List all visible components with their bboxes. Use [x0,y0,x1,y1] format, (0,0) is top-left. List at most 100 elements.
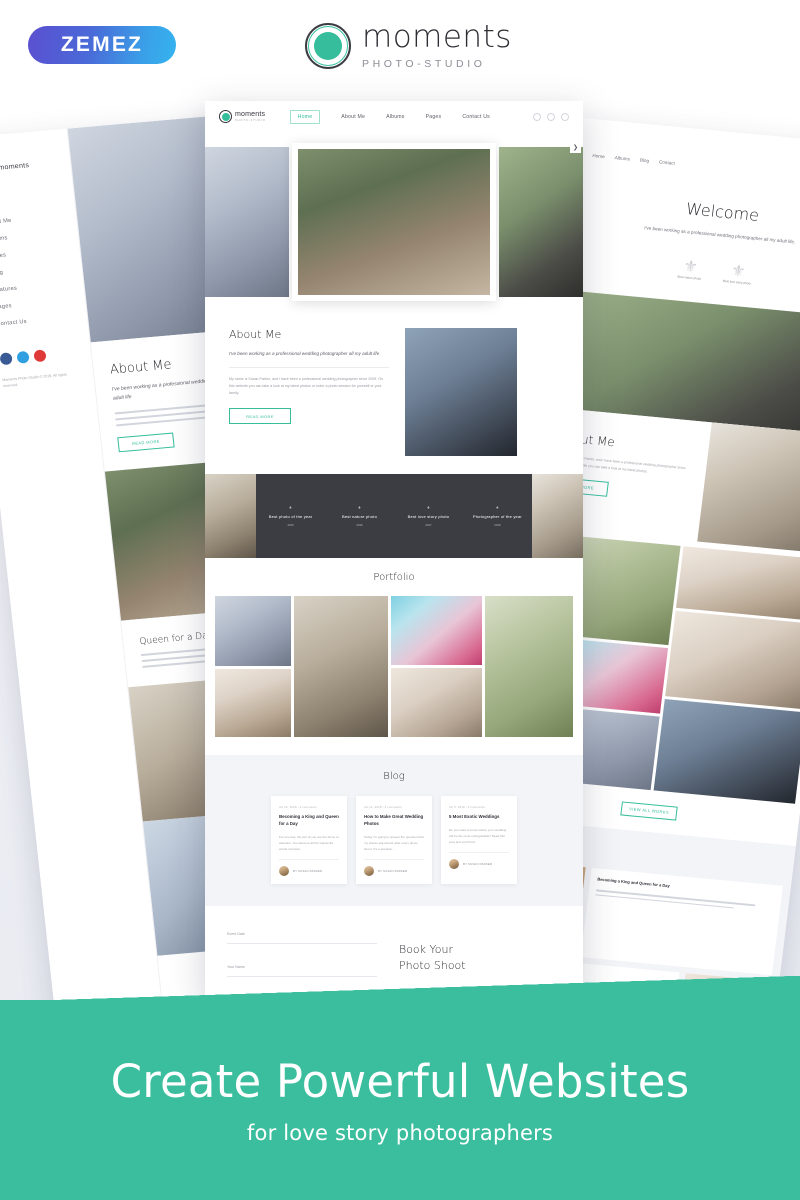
blog-post-author: BY SUSAN PARKER [378,868,408,873]
about-read-more-button[interactable]: READ MORE [229,408,291,425]
nav-item-blog[interactable]: Blog [640,158,650,164]
nav-item-about-me[interactable]: About Me [341,114,365,120]
blog-post-excerpt: Today I'm going to answer the question t… [364,834,424,851]
portfolio-item[interactable] [293,596,388,737]
brand-wordmark: moments PHOTO-STUDIO [362,19,512,71]
banner-subheadline: for love story photographers [246,1121,554,1145]
award-year: 2015 [287,522,294,527]
about-portrait-photo [405,328,517,456]
blog-card[interactable]: Jul 16, 2018 / 2 comments Becoming a Kin… [271,796,347,884]
hero-slide-active[interactable] [292,143,496,301]
portfolio-photo[interactable] [675,545,800,621]
blog-card[interactable]: Jul 12, 2018 / 3 comments How to Make Gr… [356,796,432,884]
sidebar-item-about-me[interactable]: About Me [0,213,64,226]
twitter-icon[interactable] [547,112,555,121]
zemez-logo[interactable]: ZEMEZ [28,26,176,64]
portfolio-item[interactable] [215,596,291,666]
nav-item-contact-us[interactable]: Contact Us [462,114,490,120]
blog-post-author-row: BY SUSAN PARKER [279,858,339,876]
hero-slide-prev[interactable] [205,147,289,297]
hero-slide-next[interactable] [499,147,583,297]
left-mockup-logo[interactable]: moments [0,156,59,178]
left-mockup-nav[interactable]: Home About Me Albums Prices Blog Feature… [0,196,75,328]
right-mockup-view-all-button[interactable]: VIEW ALL WORKS [620,801,678,821]
twitter-icon[interactable] [16,350,30,364]
award-year: 2018 [494,522,501,527]
navbar-menu: Home About Me Albums Pages Contact Us [289,109,490,124]
portfolio-section: Portfolio [205,558,583,755]
brand-name: moments [362,19,512,55]
navbar-logo[interactable]: moments PHOTO-STUDIO [219,110,266,123]
nav-item-home[interactable]: Home [289,109,321,124]
pinterest-icon[interactable] [33,349,47,363]
page-header: ZEMEZ moments PHOTO-STUDIO [0,0,800,95]
blog-post-author-row: BY SUSAN PARKER [449,851,509,869]
center-template-mockup[interactable]: moments PHOTO-STUDIO Home About Me Album… [205,101,583,1001]
your-name-field[interactable]: Your Name [227,955,377,977]
blog-post-author-row: BY SUSAN PARKER [364,858,424,876]
award-item: ⚜ Photographer of the year 2018 [462,474,532,558]
chevron-right-icon[interactable]: ❯ [570,142,581,153]
blog-section: Blog Jul 16, 2018 / 2 comments Becoming … [205,755,583,906]
awards-side-photo [205,474,257,558]
blog-post-excerpt: For one day, the two of you are the focu… [279,834,339,851]
sidebar-item-prices[interactable]: Prices [0,247,68,259]
blog-card[interactable]: Jul 5, 2018 / 2 comments 5 Most Exotic W… [441,796,517,884]
booking-heading-line2: Photo Shoot [399,958,466,972]
camera-lens-icon [305,23,351,69]
sidebar-item-home[interactable]: Home [0,196,63,209]
awards-section: ⚜ Best photo of the year 2015 ⚜ Best nat… [205,474,583,558]
portfolio-item[interactable] [390,668,483,737]
award-item: ⚜ Best love story photo 2017 [393,474,463,558]
facebook-icon[interactable] [0,352,13,366]
nav-item-pages[interactable]: Pages [426,114,442,120]
laurel-wreath-icon: ⚜ [682,257,699,277]
left-mockup-read-more-button[interactable]: READ MORE [117,432,175,453]
site-navbar: moments PHOTO-STUDIO Home About Me Album… [205,101,583,132]
portfolio-item[interactable] [390,596,483,665]
portfolio-photo[interactable] [664,610,800,710]
portfolio-photo[interactable] [653,698,800,804]
sidebar-item-blog[interactable]: Blog [0,264,70,277]
blog-card[interactable]: Becoming a King and Queen for a Day [580,867,783,975]
moments-brand-logo: moments PHOTO-STUDIO [305,22,512,70]
about-section: About Me I've been working as a professi… [205,304,583,474]
sidebar-item-pages[interactable]: Pages [0,298,74,310]
nav-item-home[interactable]: Home [592,153,605,159]
nav-item-contact[interactable]: Contact [659,159,675,165]
blog-post-meta: Jul 16, 2018 / 2 comments [279,805,317,809]
portfolio-item[interactable] [485,596,573,737]
event-date-label: Event Date [227,931,245,936]
award-title: Best photo of the year [268,513,313,519]
portfolio-item[interactable] [215,669,291,737]
banner-angled-wedge [0,976,800,1002]
left-mockup-social-links[interactable] [0,346,79,366]
sidebar-item-contact-us[interactable]: Contact Us [0,315,75,328]
nav-item-albums[interactable]: Albums [386,114,405,120]
navbar-social-links [533,112,569,121]
zemez-logo-text: ZEMEZ [60,33,144,56]
event-date-field[interactable]: Event Date [227,922,377,944]
blog-post-title[interactable]: How to Make Great Wedding Photos [364,814,424,828]
blog-post-title[interactable]: Becoming a King and Queen for a Day [279,814,339,828]
about-lead-text: I've been working as a professional wedd… [229,350,389,369]
sidebar-item-albums[interactable]: Albums [0,230,66,243]
lens-dot-icon [314,32,342,60]
portfolio-grid [205,596,583,755]
navbar-brand-name: moments [235,111,266,118]
blog-post-author: BY SUSAN PARKER [463,861,493,866]
award-year: 2017 [425,522,432,527]
nav-item-albums[interactable]: Albums [614,155,630,161]
hero-slider[interactable]: ❯ [205,132,583,304]
blog-post-excerpt: Do you want to know where your wedding w… [449,827,507,844]
facebook-icon[interactable] [533,112,541,121]
blog-heading: Blog [383,771,405,782]
blog-post-title[interactable]: 5 Most Exotic Weddings [449,814,509,821]
laurel-wreath-icon: ⚜ [357,504,362,510]
award-item: ⚜ Best photo of the year 2015 [256,474,326,558]
left-mockup-logo-text: moments [0,162,30,172]
sidebar-item-features[interactable]: Features [0,281,72,294]
instagram-icon[interactable] [561,112,569,121]
about-body-text: My name is Susan Parker, and I have been… [229,377,384,396]
navbar-brand-tagline: PHOTO-STUDIO [235,119,266,122]
